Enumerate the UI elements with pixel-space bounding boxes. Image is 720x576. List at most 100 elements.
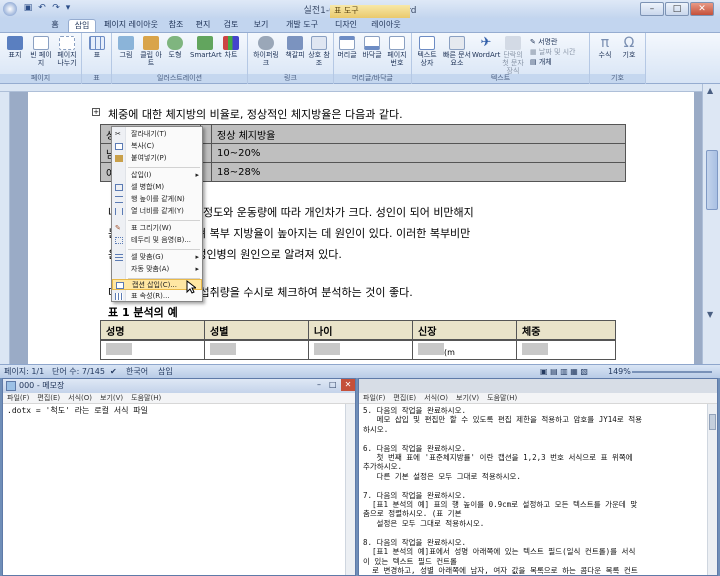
- gender-field[interactable]: [204, 340, 309, 360]
- age-field[interactable]: [308, 340, 413, 360]
- date-time-button[interactable]: ▦ 날짜 및 시간: [530, 47, 576, 57]
- table2-header[interactable]: 성별: [204, 320, 309, 340]
- notepad-left-scrollbar[interactable]: [345, 404, 355, 575]
- view-buttons[interactable]: ▣ ▤ ▥ ▦ ▧: [540, 365, 588, 378]
- page-break-button[interactable]: 페이지 나누기: [56, 36, 78, 67]
- menu-help[interactable]: 도움말(H): [131, 394, 161, 402]
- tab-mailings[interactable]: 편지: [192, 19, 214, 32]
- smartart-button[interactable]: SmartArt: [190, 36, 222, 59]
- signature-line-button[interactable]: ✎ 서명란: [530, 37, 576, 47]
- menu-item-copy[interactable]: 복사(C): [112, 141, 202, 152]
- menu-format[interactable]: 서식(O): [68, 394, 92, 402]
- scroll-thumb[interactable]: [706, 150, 718, 210]
- tab-review[interactable]: 검토: [220, 19, 242, 32]
- table2-data-row[interactable]: (m: [100, 340, 616, 360]
- vertical-scrollbar[interactable]: ▲ ▼: [702, 84, 720, 364]
- scroll-down-icon[interactable]: ▼: [707, 310, 713, 319]
- notepad-right-scrollbar[interactable]: [707, 404, 717, 575]
- menu-item-insert[interactable]: 삽입(I) ▸: [112, 170, 202, 181]
- zoom-level[interactable]: 149%: [608, 365, 631, 378]
- menu-view[interactable]: 보기(V): [456, 394, 479, 402]
- table2-header[interactable]: 체중: [516, 320, 616, 340]
- menu-help[interactable]: 도움말(H): [487, 394, 517, 402]
- word-count[interactable]: 단어 수: 7/145: [52, 365, 105, 378]
- quick-parts-button[interactable]: 빠른 문서 요소: [442, 36, 472, 67]
- menu-file[interactable]: 파일(F): [363, 394, 385, 402]
- tab-design[interactable]: 디자인: [330, 19, 362, 32]
- blank-page-button[interactable]: 빈 페이지: [30, 36, 52, 67]
- table-analysis-example[interactable]: 성명 성별 나이 신장 체중: [100, 320, 616, 340]
- table2-header[interactable]: 성명: [100, 320, 205, 340]
- content-control[interactable]: [522, 342, 548, 355]
- bookmark-button[interactable]: 책갈피: [284, 36, 306, 59]
- header-button[interactable]: 머리글: [336, 36, 358, 59]
- weight-field[interactable]: [516, 340, 616, 360]
- menu-file[interactable]: 파일(F): [7, 394, 29, 402]
- minimize-button[interactable]: –: [317, 380, 321, 389]
- object-button[interactable]: ▤ 개체: [530, 57, 576, 67]
- menu-item-paste[interactable]: 붙여넣기(P): [112, 153, 202, 164]
- wordart-button[interactable]: ✈ WordArt: [472, 36, 500, 60]
- tab-insert[interactable]: 삽입: [68, 19, 96, 32]
- vertical-ruler[interactable]: [0, 92, 10, 364]
- chart-button[interactable]: 차트: [220, 36, 242, 59]
- table1-cell[interactable]: 정상 체지방율: [211, 124, 626, 144]
- notepad-left-text[interactable]: .dotx = '척도' 라는 로컬 서식 파일: [3, 404, 345, 575]
- menu-item-cut[interactable]: ✂ 잘라내기(T): [112, 129, 202, 140]
- notepad-right-text[interactable]: 5. 다음의 작업을 완료하시오. 메모 삽입 및 편집만 할 수 있도록 편집…: [359, 404, 707, 575]
- menu-item-cell-alignment[interactable]: 셀 맞춤(G) ▸: [112, 252, 202, 263]
- picture-button[interactable]: 그림: [115, 36, 137, 59]
- menu-item-distribute-rows[interactable]: 행 높이를 같게(N): [112, 194, 202, 205]
- close-button[interactable]: ✕: [341, 379, 355, 391]
- page-indicator[interactable]: 페이지: 1/1: [4, 365, 44, 378]
- table1-cell[interactable]: 10~20%: [211, 143, 626, 163]
- menu-format[interactable]: 서식(O): [424, 394, 448, 402]
- content-control[interactable]: [314, 342, 340, 355]
- clip-art-button[interactable]: 클립 아트: [140, 36, 162, 67]
- horizontal-ruler[interactable]: [0, 84, 720, 92]
- proofing-icon[interactable]: ✔: [110, 365, 117, 378]
- shapes-button[interactable]: 도형: [164, 36, 186, 59]
- tab-view[interactable]: 보기: [250, 19, 272, 32]
- content-control[interactable]: [418, 342, 444, 355]
- hyperlink-button[interactable]: 하이퍼링크: [251, 36, 281, 67]
- menu-item-merge-cells[interactable]: 셀 병합(M): [112, 182, 202, 193]
- cover-page-button[interactable]: 표지: [4, 36, 26, 59]
- scroll-up-icon[interactable]: ▲: [707, 86, 713, 95]
- minimize-button[interactable]: –: [640, 2, 664, 16]
- table-button[interactable]: 표: [86, 36, 108, 59]
- name-field[interactable]: [100, 340, 205, 360]
- footer-button[interactable]: 바닥글: [361, 36, 383, 59]
- page-number-button[interactable]: 페이지 번호: [386, 36, 408, 67]
- table-caption[interactable]: 표 1 분석의 예: [108, 304, 178, 320]
- tab-layout[interactable]: 레이아웃: [366, 19, 406, 32]
- height-field[interactable]: (m: [412, 340, 517, 360]
- doc-line-1[interactable]: 체중에 대한 체지방의 비율로, 정상적인 체지방율은 다음과 같다.: [108, 106, 403, 122]
- content-control[interactable]: [106, 342, 132, 355]
- drop-cap-button[interactable]: 단락의 첫 문자 장식: [500, 36, 526, 75]
- table2-header[interactable]: 나이: [308, 320, 413, 340]
- menu-item-autofit[interactable]: 자동 맞춤(A) ▸: [112, 264, 202, 275]
- equation-button[interactable]: π 수식: [594, 36, 616, 59]
- close-button[interactable]: ✕: [690, 2, 714, 16]
- insert-mode[interactable]: 삽입: [158, 365, 173, 378]
- menu-edit[interactable]: 편집(E): [393, 394, 416, 402]
- tab-developer[interactable]: 개발 도구: [282, 19, 322, 32]
- tab-home[interactable]: 홈: [45, 19, 65, 32]
- table1-cell[interactable]: 18~28%: [211, 162, 626, 182]
- scroll-thumb[interactable]: [709, 414, 716, 430]
- cross-reference-button[interactable]: 상호 참조: [308, 36, 330, 67]
- tab-page-layout[interactable]: 페이지 레이아웃: [100, 19, 162, 32]
- menu-view[interactable]: 보기(V): [100, 394, 123, 402]
- text-box-button[interactable]: 텍스트 상자: [414, 36, 440, 67]
- menu-item-draw-table[interactable]: ✎ 표 그리기(W): [112, 223, 202, 234]
- table2-header[interactable]: 신장: [412, 320, 517, 340]
- menu-item-distribute-cols[interactable]: 열 너비를 같게(Y): [112, 206, 202, 217]
- maximize-button[interactable]: □: [665, 2, 689, 16]
- language-indicator[interactable]: 한국어: [126, 365, 148, 378]
- menu-edit[interactable]: 편집(E): [37, 394, 60, 402]
- maximize-button[interactable]: □: [329, 380, 337, 389]
- menu-item-borders-shading[interactable]: 테두리 및 음영(B)...: [112, 235, 202, 246]
- content-control[interactable]: [210, 342, 236, 355]
- tab-references[interactable]: 참조: [165, 19, 187, 32]
